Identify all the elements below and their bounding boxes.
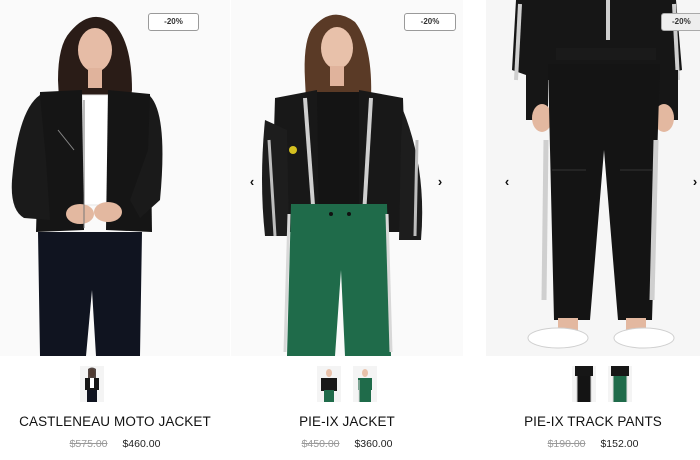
carousel-prev-arrow[interactable]: ‹ bbox=[245, 174, 259, 190]
carousel-next-arrow[interactable]: › bbox=[433, 174, 447, 190]
product-name[interactable]: PIE-IX JACKET bbox=[231, 414, 463, 429]
carousel-prev-arrow[interactable]: ‹ bbox=[500, 174, 514, 190]
product-image-pie-ix-track-pants[interactable]: -20% ‹ › bbox=[486, 0, 700, 356]
product-price: $450.00 $360.00 bbox=[231, 438, 463, 450]
sale-price: $152.00 bbox=[600, 438, 639, 450]
product-name[interactable]: PIE-IX TRACK PANTS bbox=[486, 414, 700, 429]
original-price: $190.00 bbox=[547, 438, 586, 450]
green-pants-thumb-image bbox=[358, 369, 372, 402]
product-image-pie-ix-jacket[interactable]: -20% ‹ › bbox=[231, 0, 463, 356]
black-jacket-thumbnail[interactable] bbox=[317, 366, 341, 402]
product-card[interactable]: -20% CASTLENEAU MOTO JACKET $575.00 $460… bbox=[0, 0, 230, 460]
black-pants-thumb-image bbox=[575, 366, 593, 402]
green-pants-thumbnail[interactable] bbox=[353, 366, 377, 402]
product-name[interactable]: CASTLENEAU MOTO JACKET bbox=[0, 414, 230, 429]
product-price: $575.00 $460.00 bbox=[0, 438, 230, 450]
original-price: $450.00 bbox=[301, 438, 340, 450]
sale-price: $360.00 bbox=[354, 438, 393, 450]
black-jacket-thumb-image bbox=[85, 367, 99, 402]
product-price: $190.00 $152.00 bbox=[486, 438, 700, 450]
color-swatches bbox=[486, 366, 700, 402]
original-price: $575.00 bbox=[69, 438, 108, 450]
model-in-black-track-pants-image bbox=[512, 0, 682, 349]
discount-badge: -20% bbox=[148, 13, 199, 31]
sale-price: $460.00 bbox=[122, 438, 161, 450]
black-jacket-thumbnail[interactable] bbox=[80, 366, 104, 402]
green-pants-thumbnail[interactable] bbox=[608, 366, 632, 402]
black-jacket-thumb-image bbox=[321, 369, 337, 402]
carousel-next-arrow[interactable]: › bbox=[688, 174, 700, 190]
discount-badge: -20% bbox=[661, 13, 700, 31]
product-image-castleneau-moto-jacket[interactable]: -20% bbox=[0, 0, 230, 356]
product-card[interactable]: -20% ‹ › PIE-IX TRACK PANTS $190.00 $152… bbox=[486, 0, 700, 460]
color-swatches bbox=[231, 366, 463, 402]
product-card[interactable]: -20% ‹ › PIE-IX JACKET $450.00 $360.00 bbox=[231, 0, 463, 460]
model-in-black-moto-jacket-image bbox=[11, 16, 163, 356]
black-pants-thumbnail[interactable] bbox=[572, 366, 596, 402]
model-in-black-jacket-green-pants-image bbox=[262, 14, 423, 356]
green-pants-thumb-image bbox=[611, 366, 629, 402]
color-swatches bbox=[0, 366, 230, 402]
discount-badge: -20% bbox=[404, 13, 456, 31]
